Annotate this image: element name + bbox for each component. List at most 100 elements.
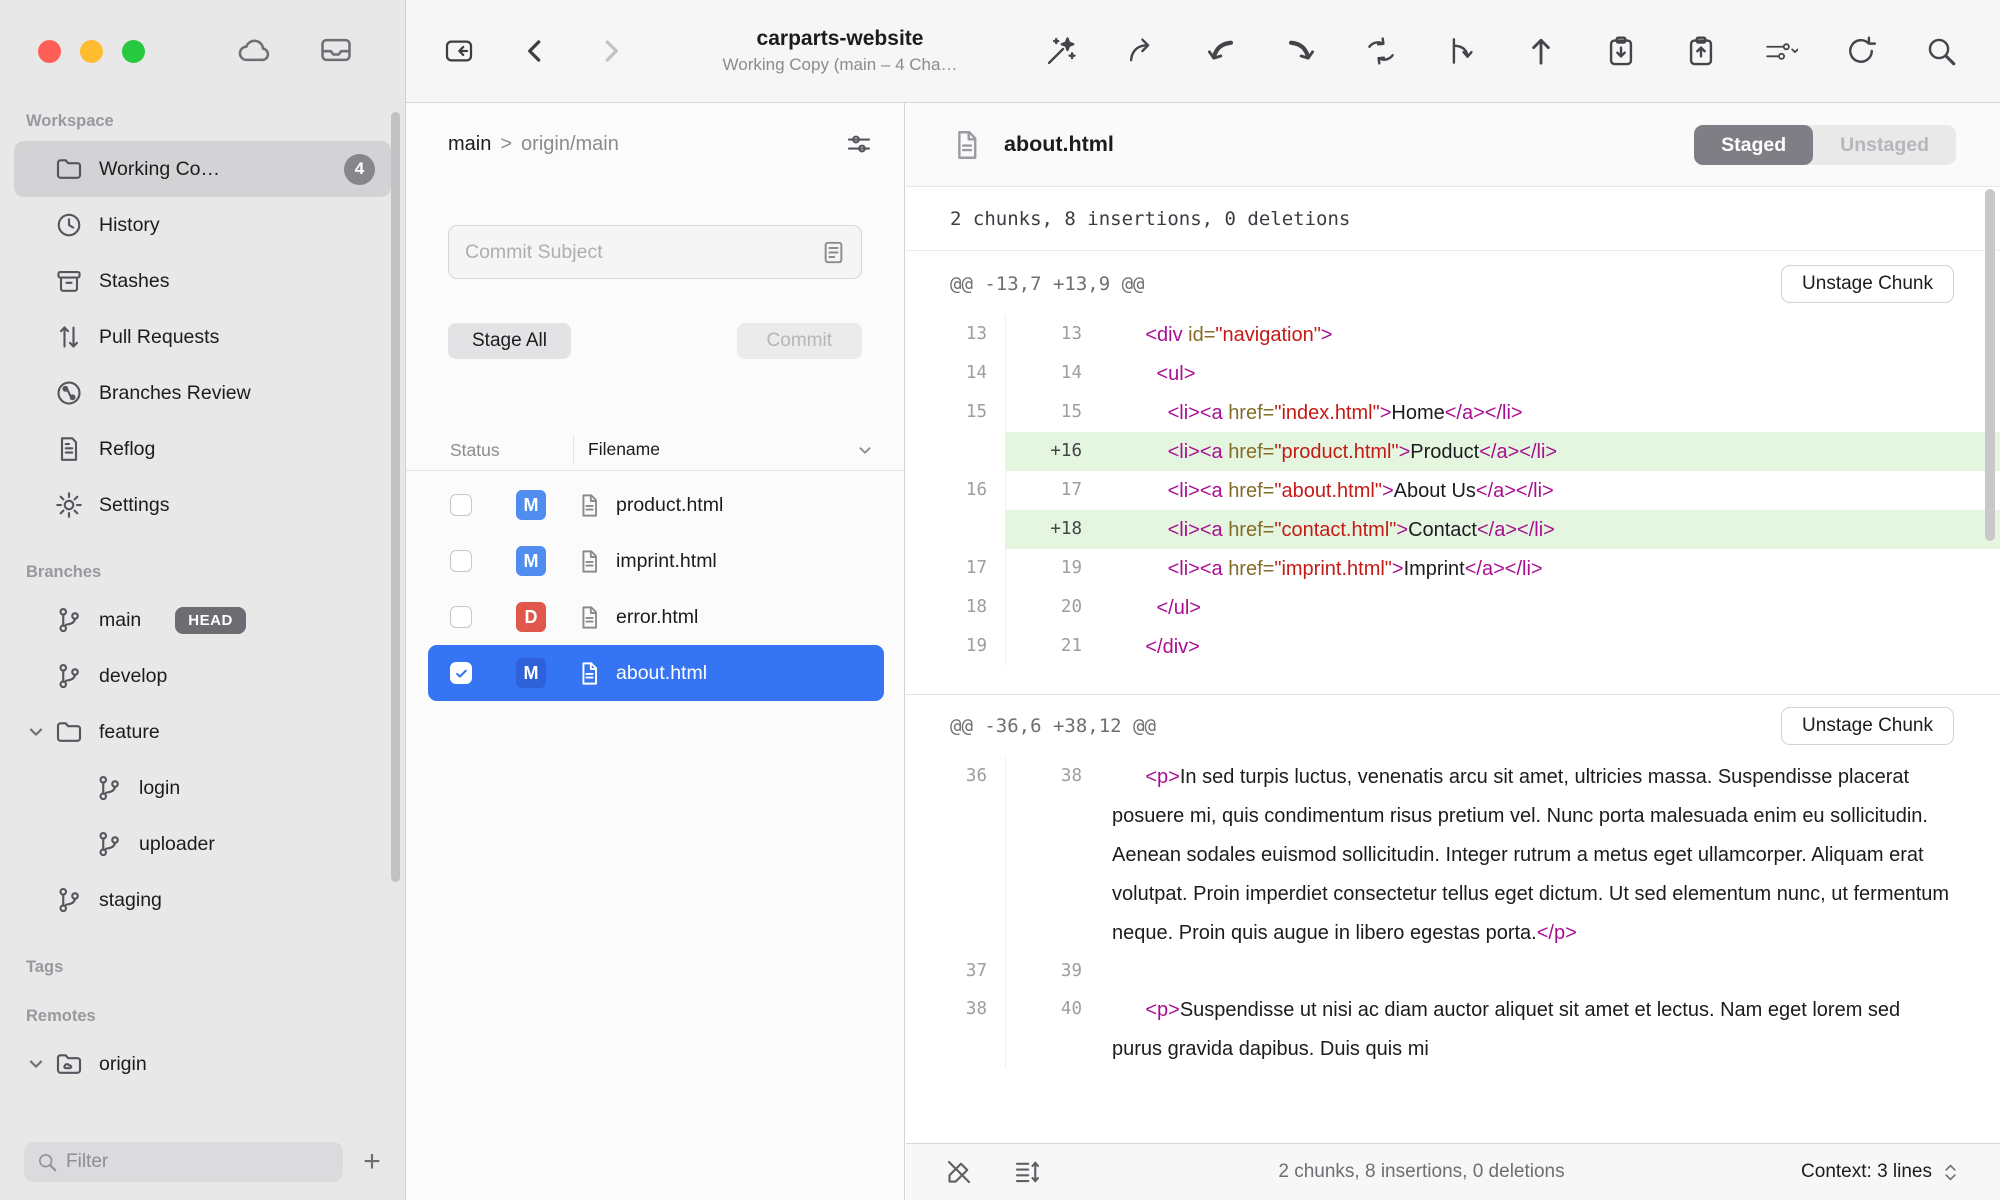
stash-icon[interactable] bbox=[1604, 34, 1638, 68]
file-row-product-html[interactable]: Mproduct.html bbox=[428, 477, 884, 533]
filter-field[interactable] bbox=[24, 1142, 343, 1182]
sidebar-item-develop[interactable]: develop bbox=[14, 648, 391, 704]
ignore-whitespace-icon[interactable] bbox=[944, 1157, 974, 1187]
diff-header: about.html StagedUnstaged bbox=[906, 103, 2000, 187]
code-line: </ul> bbox=[1100, 588, 2000, 627]
breadcrumb-upstream[interactable]: origin/main bbox=[521, 133, 619, 156]
sidebar-item-stashes[interactable]: Stashes bbox=[14, 253, 391, 309]
code-line: </div> bbox=[1100, 627, 2000, 666]
filter-input[interactable] bbox=[66, 1151, 331, 1173]
sidebar-item-staging[interactable]: staging bbox=[14, 872, 391, 928]
stepper-icon[interactable] bbox=[1939, 1161, 1962, 1184]
commit-button[interactable]: Commit bbox=[737, 323, 862, 359]
new-line-number: +18 bbox=[1006, 510, 1100, 549]
sort-chevron-icon[interactable] bbox=[854, 439, 876, 461]
breadcrumb-branch[interactable]: main bbox=[448, 133, 491, 156]
sidebar-sections: WorkspaceWorking Co…4HistoryStashesPull … bbox=[0, 96, 405, 1130]
diff-scrollbar[interactable] bbox=[1985, 189, 1995, 541]
stage-all-button[interactable]: Stage All bbox=[448, 323, 571, 359]
stage-checkbox[interactable] bbox=[450, 662, 472, 684]
file-row-about-html[interactable]: Mabout.html bbox=[428, 645, 884, 701]
pull-icon[interactable] bbox=[1204, 34, 1238, 68]
cloud-icon[interactable] bbox=[236, 32, 272, 68]
status-column-header[interactable]: Status bbox=[450, 436, 574, 464]
file-name: error.html bbox=[616, 606, 698, 629]
sidebar-item-branches-review[interactable]: Branches Review bbox=[14, 365, 391, 421]
remote-folder-icon bbox=[54, 1049, 84, 1079]
code-line: <ul> bbox=[1100, 354, 2000, 393]
sidebar-section-workspace: WorkspaceWorking Co…4HistoryStashesPull … bbox=[14, 112, 391, 533]
zoom-button[interactable] bbox=[122, 40, 145, 63]
sidebar-scrollbar[interactable] bbox=[391, 112, 400, 882]
folder-icon bbox=[54, 717, 84, 747]
sidebar-item-reflog[interactable]: Reflog bbox=[14, 421, 391, 477]
stage-checkbox[interactable] bbox=[450, 494, 472, 516]
sidebar-item-history[interactable]: History bbox=[14, 197, 391, 253]
old-line-number: 14 bbox=[906, 354, 1006, 393]
chunk-header: @@ -36,6 +38,12 @@Unstage Chunk bbox=[906, 695, 2000, 757]
file-icon bbox=[950, 128, 984, 162]
nav-back-icon[interactable] bbox=[519, 35, 551, 67]
new-line-number: 17 bbox=[1006, 471, 1100, 510]
diff-chunk: @@ -36,6 +38,12 @@Unstage Chunk3638 <p>I… bbox=[906, 694, 2000, 1096]
chevron-down-icon[interactable] bbox=[24, 1052, 48, 1076]
file-name: about.html bbox=[616, 662, 707, 685]
status-badge: M bbox=[516, 658, 546, 688]
repo-title: carparts-website bbox=[675, 27, 1005, 51]
refresh-icon[interactable] bbox=[1844, 34, 1878, 68]
toggle-sidebar-icon[interactable] bbox=[443, 35, 475, 67]
push-icon[interactable] bbox=[1284, 34, 1318, 68]
search-icon[interactable] bbox=[1924, 34, 1958, 68]
new-line-number: 21 bbox=[1006, 627, 1100, 666]
gear-icon bbox=[54, 490, 84, 520]
commit-subject-input[interactable] bbox=[465, 241, 820, 264]
quick-actions-icon[interactable] bbox=[1044, 34, 1078, 68]
stage-checkbox[interactable] bbox=[450, 606, 472, 628]
branch-icon bbox=[54, 605, 84, 635]
line-spacing-icon[interactable] bbox=[1012, 1157, 1042, 1187]
sidebar-item-login[interactable]: login bbox=[14, 760, 391, 816]
sidebar-filter-bar: + bbox=[0, 1136, 405, 1200]
checkout-icon[interactable] bbox=[1124, 34, 1158, 68]
subject-template-icon[interactable] bbox=[820, 239, 847, 266]
sidebar-item-working-co[interactable]: Working Co…4 bbox=[14, 141, 391, 197]
minimize-button[interactable] bbox=[80, 40, 103, 63]
old-line-number bbox=[906, 510, 1006, 549]
breadcrumb: main > origin/main bbox=[406, 103, 904, 159]
diff-line: 1820 </ul> bbox=[906, 588, 2000, 627]
tab-unstaged[interactable]: Unstaged bbox=[1813, 125, 1956, 165]
filename-column-header[interactable]: Filename bbox=[574, 439, 660, 460]
unstage-chunk-button[interactable]: Unstage Chunk bbox=[1781, 265, 1954, 303]
chevron-down-icon[interactable] bbox=[24, 720, 48, 744]
file-row-error-html[interactable]: Derror.html bbox=[428, 589, 884, 645]
nav-forward-icon[interactable] bbox=[595, 35, 627, 67]
sidebar: WorkspaceWorking Co…4HistoryStashesPull … bbox=[0, 0, 406, 1200]
diff-line: 3739 bbox=[906, 952, 2000, 990]
sidebar-item-main[interactable]: mainHEAD bbox=[14, 592, 391, 648]
sidebar-item-feature[interactable]: feature bbox=[14, 704, 391, 760]
devices-icon[interactable] bbox=[318, 32, 354, 68]
sync-icon[interactable] bbox=[1364, 34, 1398, 68]
context-lines-control[interactable]: Context: 3 lines bbox=[1801, 1161, 1962, 1184]
sidebar-item-settings[interactable]: Settings bbox=[14, 477, 391, 533]
file-row-imprint-html[interactable]: Mimprint.html bbox=[428, 533, 884, 589]
file-list-header: Status Filename bbox=[406, 429, 904, 471]
merge-icon[interactable] bbox=[1444, 34, 1478, 68]
tab-staged[interactable]: Staged bbox=[1694, 125, 1813, 165]
filter-sliders-icon[interactable] bbox=[844, 129, 874, 159]
upload-icon[interactable] bbox=[1524, 34, 1558, 68]
stage-checkbox[interactable] bbox=[450, 550, 472, 572]
sidebar-item-origin[interactable]: origin bbox=[14, 1036, 391, 1092]
footer-summary: 2 chunks, 8 insertions, 0 deletions bbox=[1042, 1161, 1801, 1183]
actions-dropdown-icon[interactable] bbox=[1764, 34, 1798, 68]
unstash-icon[interactable] bbox=[1684, 34, 1718, 68]
branch-icon bbox=[54, 661, 84, 691]
sidebar-item-pull-requests[interactable]: Pull Requests bbox=[14, 309, 391, 365]
close-button[interactable] bbox=[38, 40, 61, 63]
unstage-chunk-button[interactable]: Unstage Chunk bbox=[1781, 707, 1954, 745]
file-name: imprint.html bbox=[616, 550, 717, 573]
add-button[interactable]: + bbox=[353, 1143, 391, 1181]
sidebar-section-branches: BranchesmainHEADdevelopfeatureloginuploa… bbox=[14, 563, 391, 928]
toolbar: carparts-website Working Copy (main – 4 … bbox=[406, 0, 2000, 103]
sidebar-item-uploader[interactable]: uploader bbox=[14, 816, 391, 872]
